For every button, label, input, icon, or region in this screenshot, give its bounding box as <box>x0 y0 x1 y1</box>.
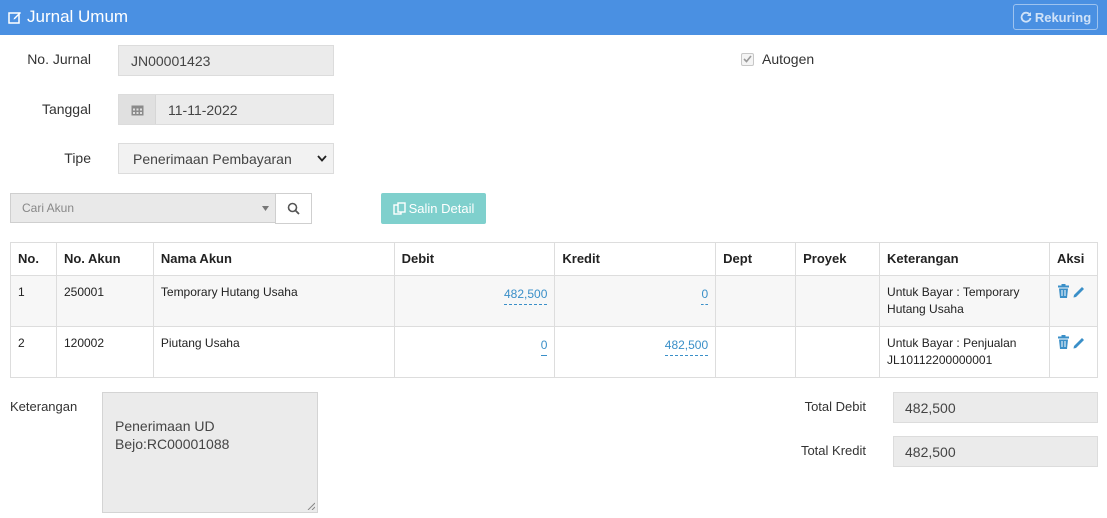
row-kredit-cell: 482,500 <box>554 326 717 378</box>
table-row: 2 120002 Piutang Usaha 0 482,500 Untuk B… <box>10 326 1099 378</box>
calendar-addon[interactable] <box>119 95 156 124</box>
tanggal-label: Tanggal <box>41 101 91 117</box>
tipe-label: Tipe <box>64 150 91 166</box>
column-header: Proyek <box>795 242 881 276</box>
tipe-select[interactable]: Penerimaan Pembayaran <box>118 143 334 174</box>
autogen-checkbox-group[interactable]: Autogen <box>741 51 814 67</box>
column-header: Aksi <box>1048 242 1099 276</box>
keterangan-value: Penerimaan UD Bejo:RC00001088 <box>115 418 230 452</box>
row-keterangan: Untuk Bayar : Temporary Hutang Usaha <box>879 275 1050 327</box>
no-jurnal-field[interactable]: JN00001423 <box>118 45 334 76</box>
row-dept <box>715 326 797 378</box>
trash-icon[interactable] <box>1057 284 1070 298</box>
row-kredit-editable[interactable]: 0 <box>701 286 709 305</box>
search-icon <box>287 202 300 215</box>
row-no: 2 <box>10 326 57 378</box>
column-header: Dept <box>715 242 797 276</box>
column-header: No. Akun <box>55 242 154 276</box>
table-header-row: No. No. Akun Nama Akun Debit Kredit Dept… <box>10 242 1099 276</box>
row-proyek <box>795 275 881 327</box>
pencil-icon[interactable] <box>1072 335 1085 349</box>
row-debit-editable[interactable]: 482,500 <box>503 286 548 305</box>
salin-detail-label: Salin Detail <box>408 201 475 216</box>
row-debit-cell: 0 <box>393 326 556 378</box>
autogen-label: Autogen <box>762 51 815 67</box>
column-header: Keterangan <box>879 242 1050 276</box>
total-kredit-field: 482,500 <box>893 436 1098 467</box>
column-header: No. <box>10 242 57 276</box>
total-kredit-value: 482,500 <box>905 443 956 460</box>
column-header: Kredit <box>554 242 717 276</box>
row-no-akun: 250001 <box>55 275 154 327</box>
row-no-akun: 120002 <box>55 326 154 378</box>
row-kredit-editable[interactable]: 482,500 <box>664 337 709 356</box>
keterangan-label: Keterangan <box>10 399 78 414</box>
no-jurnal-value: JN00001423 <box>131 52 211 69</box>
rekuring-button[interactable]: Rekuring <box>1013 4 1098 30</box>
copy-icon <box>392 202 406 215</box>
row-aksi <box>1048 326 1099 378</box>
autogen-checkbox[interactable] <box>741 52 754 66</box>
column-header: Nama Akun <box>152 242 395 276</box>
row-nama-akun: Piutang Usaha <box>152 326 395 378</box>
detail-table: No. No. Akun Nama Akun Debit Kredit Dept… <box>10 242 1099 378</box>
row-aksi <box>1048 275 1099 327</box>
pencil-icon[interactable] <box>1072 284 1085 298</box>
trash-icon[interactable] <box>1057 335 1070 349</box>
row-debit-editable[interactable]: 0 <box>540 337 548 356</box>
tanggal-field[interactable]: 11-11-2022 <box>118 94 334 125</box>
row-nama-akun: Temporary Hutang Usaha <box>152 275 395 327</box>
total-debit-label: Total Debit <box>804 399 866 414</box>
table-row: 1 250001 Temporary Hutang Usaha 482,500 … <box>10 275 1099 327</box>
rekuring-label: Rekuring <box>1034 9 1092 25</box>
row-keterangan: Untuk Bayar : Penjualan JL10112200000001 <box>879 326 1050 378</box>
calendar-icon <box>131 105 143 115</box>
page-title: Jurnal Umum <box>8 7 128 27</box>
row-kredit-cell: 0 <box>554 275 717 327</box>
refresh-icon <box>1020 11 1032 23</box>
total-debit-field: 482,500 <box>893 392 1098 423</box>
cari-akun-placeholder: Cari Akun <box>22 201 75 215</box>
salin-detail-button[interactable]: Salin Detail <box>381 193 486 224</box>
cari-akun-select[interactable]: Cari Akun <box>10 193 276 223</box>
edit-square-icon <box>8 12 21 24</box>
keterangan-textarea[interactable]: Penerimaan UD Bejo:RC00001088 <box>102 392 318 513</box>
page-header: Jurnal Umum Rekuring <box>0 0 1107 35</box>
total-debit-value: 482,500 <box>905 399 956 416</box>
search-button[interactable] <box>275 193 312 224</box>
total-kredit-label: Total Kredit <box>800 443 866 458</box>
tipe-value: Penerimaan Pembayaran <box>133 150 292 167</box>
row-debit-cell: 482,500 <box>393 275 556 327</box>
chevron-down-icon <box>317 155 327 162</box>
caret-down-icon <box>262 205 269 211</box>
page-title-text: Jurnal Umum <box>27 7 129 26</box>
row-dept <box>715 275 797 327</box>
check-icon <box>743 55 752 63</box>
column-header: Debit <box>393 242 556 276</box>
tanggal-value: 11-11-2022 <box>168 101 238 118</box>
row-proyek <box>795 326 881 378</box>
row-no: 1 <box>10 275 57 327</box>
resize-handle-icon[interactable] <box>307 502 315 510</box>
no-jurnal-label: No. Jurnal <box>27 51 91 67</box>
